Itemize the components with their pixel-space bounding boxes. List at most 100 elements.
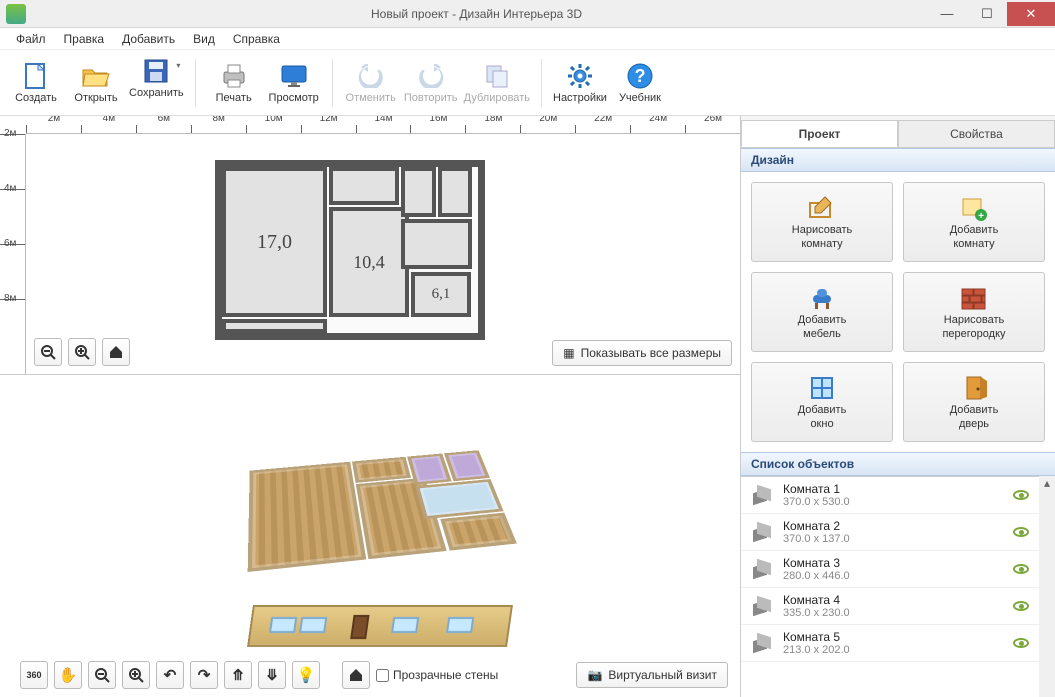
object-dimensions: 280.0 x 446.0 [783, 570, 1003, 582]
visibility-eye-icon[interactable] [1013, 564, 1029, 574]
scrollbar[interactable]: ▴ [1039, 476, 1055, 697]
tab-properties[interactable]: Свойства [898, 120, 1055, 147]
tilt-down-button[interactable]: ⤋ [258, 661, 286, 689]
create-button[interactable]: Создать [8, 53, 64, 113]
lighting-button[interactable]: 💡 [292, 661, 320, 689]
object-list[interactable]: Комната 1370.0 x 530.0Комната 2370.0 x 1… [741, 476, 1039, 697]
home-3d-button[interactable] [342, 661, 370, 689]
preview-button[interactable]: Просмотр [266, 53, 322, 113]
add-room-button[interactable]: + Добавить комнату [903, 182, 1045, 262]
object-row[interactable]: Комната 4335.0 x 230.0 [741, 588, 1039, 625]
main-toolbar: Создать Открыть Сохранить ▾ Печать Просм… [0, 50, 1055, 116]
visibility-eye-icon[interactable] [1013, 527, 1029, 537]
room-cube-icon [751, 633, 773, 653]
app-icon [6, 4, 26, 24]
object-row[interactable]: Комната 5213.0 x 202.0 [741, 625, 1039, 662]
titlebar: Новый проект - Дизайн Интерьера 3D — ☐ ✕ [0, 0, 1055, 28]
open-button[interactable]: Открыть [68, 53, 124, 113]
virtual-visit-button[interactable]: 📷 Виртуальный визит [576, 662, 728, 688]
menu-help[interactable]: Справка [225, 30, 288, 48]
object-dimensions: 335.0 x 230.0 [783, 607, 1003, 619]
settings-button[interactable]: Настройки [552, 53, 608, 113]
zoom-in-3d-button[interactable] [122, 661, 150, 689]
redo-button[interactable]: Повторить [403, 53, 459, 113]
object-dimensions: 370.0 x 137.0 [783, 533, 1003, 545]
save-button[interactable]: Сохранить ▾ [128, 53, 185, 113]
object-name: Комната 2 [783, 519, 1003, 533]
object-dimensions: 370.0 x 530.0 [783, 496, 1003, 508]
object-row[interactable]: Комната 1370.0 x 530.0 [741, 477, 1039, 514]
svg-text:?: ? [634, 66, 645, 86]
room-small-1[interactable] [329, 167, 399, 205]
home-view-button[interactable] [102, 338, 130, 366]
tab-project[interactable]: Проект [741, 120, 898, 147]
pane-2d-controls [34, 338, 130, 366]
draw-room-button[interactable]: Нарисовать комнату [751, 182, 893, 262]
rotate-right-button[interactable]: ↷ [190, 661, 218, 689]
room-cube-icon [751, 559, 773, 579]
separator [195, 59, 196, 107]
printer-icon [218, 62, 250, 90]
separator [541, 59, 542, 107]
pencil-room-icon [805, 194, 839, 222]
ruler-vertical: 2м4м6м8м [0, 134, 26, 374]
object-row[interactable]: Комната 3280.0 x 446.0 [741, 551, 1039, 588]
maximize-button[interactable]: ☐ [967, 2, 1007, 26]
hall-bottom[interactable] [222, 319, 327, 333]
new-file-icon [20, 62, 52, 90]
section-objects-header: Список объектов [741, 452, 1055, 476]
undo-icon [355, 62, 387, 90]
add-door-button[interactable]: Добавить дверь [903, 362, 1045, 442]
duplicate-button[interactable]: Дублировать [463, 53, 531, 113]
brick-wall-icon [957, 284, 991, 312]
separator [332, 59, 333, 107]
menu-add[interactable]: Добавить [114, 30, 183, 48]
redo-icon [415, 62, 447, 90]
side-panel: Проект Свойства Дизайн Нарисовать комнат… [741, 116, 1055, 697]
zoom-in-button[interactable] [68, 338, 96, 366]
pan-button[interactable]: ✋ [54, 661, 82, 689]
menu-edit[interactable]: Правка [56, 30, 113, 48]
room-small-2[interactable] [401, 167, 436, 217]
visibility-eye-icon[interactable] [1013, 490, 1029, 500]
visibility-eye-icon[interactable] [1013, 638, 1029, 648]
menu-file[interactable]: Файл [8, 30, 54, 48]
menu-view[interactable]: Вид [185, 30, 223, 48]
viewport: 2м4м6м8м10м12м14м16м18м20м22м24м26м 2м4м… [0, 116, 741, 697]
object-dimensions: 213.0 x 202.0 [783, 644, 1003, 656]
tilt-up-button[interactable]: ⤊ [224, 661, 252, 689]
view-360-button[interactable]: 360 [20, 661, 48, 689]
room-small-3[interactable] [438, 167, 472, 217]
close-button[interactable]: ✕ [1007, 2, 1055, 26]
zoom-out-3d-button[interactable] [88, 661, 116, 689]
draw-wall-button[interactable]: Нарисовать перегородку [903, 272, 1045, 352]
pane-2d[interactable]: 2м4м6м8м10м12м14м16м18м20м22м24м26м 2м4м… [0, 116, 740, 375]
pane-3d[interactable]: 360 ✋ ↶ ↷ ⤊ ⤋ 💡 Прозрачные стены 📷 Ви [0, 375, 740, 697]
minimize-button[interactable]: — [927, 2, 967, 26]
tutorial-button[interactable]: ? Учебник [612, 53, 668, 113]
zoom-out-button[interactable] [34, 338, 62, 366]
object-row[interactable]: Комната 2370.0 x 137.0 [741, 514, 1039, 551]
menubar: Файл Правка Добавить Вид Справка [0, 28, 1055, 50]
render-3d[interactable] [250, 425, 510, 615]
show-all-dimensions-button[interactable]: ▦ Показывать все размеры [552, 340, 732, 366]
chair-icon [805, 284, 839, 312]
window-title: Новый проект - Дизайн Интерьера 3D [26, 7, 927, 21]
rotate-left-button[interactable]: ↶ [156, 661, 184, 689]
main: 2м4м6м8м10м12м14м16м18м20м22м24м26м 2м4м… [0, 116, 1055, 697]
add-furniture-button[interactable]: Добавить мебель [751, 272, 893, 352]
add-window-button[interactable]: Добавить окно [751, 362, 893, 442]
print-button[interactable]: Печать [206, 53, 262, 113]
room-small-4[interactable] [401, 219, 472, 269]
room-c[interactable]: 6,1 [411, 272, 471, 317]
transparent-walls-checkbox[interactable]: Прозрачные стены [376, 668, 498, 682]
undo-button[interactable]: Отменить [343, 53, 399, 113]
room-cube-icon [751, 522, 773, 542]
visibility-eye-icon[interactable] [1013, 601, 1029, 611]
ruler-horizontal: 2м4м6м8м10м12м14м16м18м20м22м24м26м [26, 116, 740, 134]
section-design-header: Дизайн [741, 148, 1055, 172]
room-a[interactable]: 17,0 [222, 167, 327, 317]
side-tabs: Проект Свойства [741, 116, 1055, 148]
room-b[interactable]: 10,4 [329, 207, 409, 317]
floor-plan[interactable]: 17,0 10,4 6,1 [215, 160, 485, 340]
